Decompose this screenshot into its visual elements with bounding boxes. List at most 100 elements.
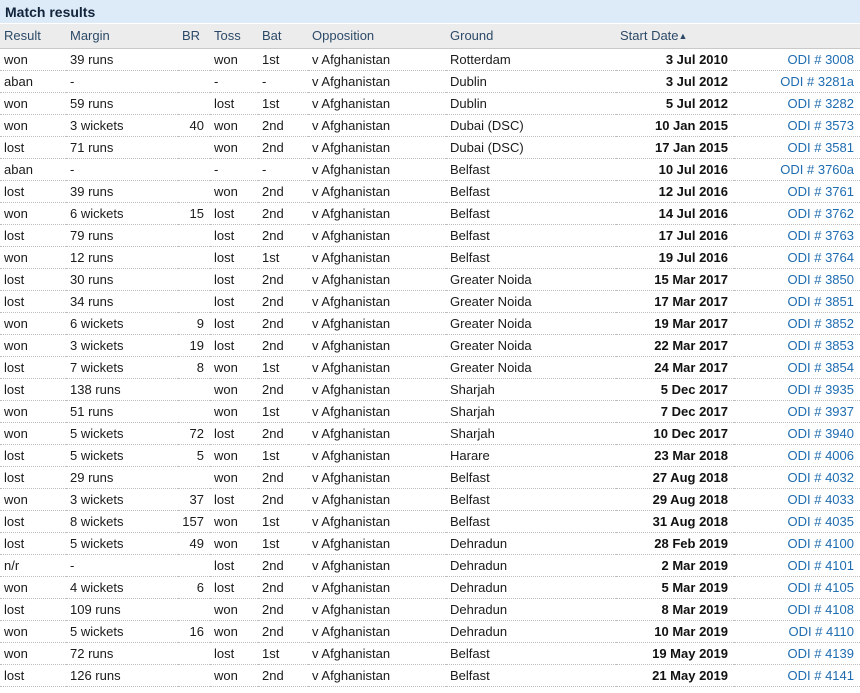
cell-margin: 126 runs <box>66 664 178 687</box>
cell-bat: 2nd <box>258 598 308 621</box>
scorecard-link[interactable]: ODI # 3761 <box>788 184 855 199</box>
cell-toss: won <box>210 180 258 203</box>
table-row: won 3 wickets 40 won 2nd v Afghanistan Dubai (… <box>0 114 860 137</box>
cell-br: 16 <box>178 620 210 643</box>
cell-bat: 2nd <box>258 620 308 643</box>
cell-toss: lost <box>210 422 258 445</box>
scorecard-link[interactable]: ODI # 3573 <box>788 118 855 133</box>
column-header-start-date[interactable]: Start Date▲ <box>616 24 734 49</box>
cell-ground: Sharjah <box>446 400 616 423</box>
column-header-ground[interactable]: Ground <box>446 24 616 49</box>
cell-opposition: v Afghanistan <box>308 246 446 269</box>
cell-scorecard: ODI # 4032 <box>734 466 860 489</box>
table-row: lost 126 runs won 2nd v Afghanistan Belfast 21… <box>0 664 860 687</box>
table-header: Result Margin BR Toss Bat Opposition Gro… <box>0 24 860 49</box>
cell-bat: 1st <box>258 400 308 423</box>
scorecard-link[interactable]: ODI # 3851 <box>788 294 855 309</box>
scorecard-link[interactable]: ODI # 4035 <box>788 514 855 529</box>
cell-margin: 34 runs <box>66 290 178 313</box>
cell-opposition: v Afghanistan <box>308 70 446 93</box>
scorecard-link[interactable]: ODI # 3850 <box>788 272 855 287</box>
cell-br: 5 <box>178 444 210 467</box>
table-body: won 39 runs won 1st v Afghanistan Rotterdam 3 … <box>0 48 860 687</box>
scorecard-link[interactable]: ODI # 4100 <box>788 536 855 551</box>
scorecard-link[interactable]: ODI # 3937 <box>788 404 855 419</box>
cell-start-date: 28 Feb 2019 <box>616 532 734 555</box>
cell-br: 15 <box>178 202 210 225</box>
cell-start-date: 17 Jan 2015 <box>616 136 734 159</box>
cell-scorecard: ODI # 3764 <box>734 246 860 269</box>
cell-result: won <box>0 114 66 137</box>
cell-br <box>178 664 210 687</box>
scorecard-link[interactable]: ODI # 4006 <box>788 448 855 463</box>
scorecard-link[interactable]: ODI # 3008 <box>788 52 855 67</box>
column-header-opposition[interactable]: Opposition <box>308 24 446 49</box>
cell-ground: Sharjah <box>446 422 616 445</box>
cell-opposition: v Afghanistan <box>308 466 446 489</box>
cell-br <box>178 180 210 203</box>
scorecard-link[interactable]: ODI # 4032 <box>788 470 855 485</box>
scorecard-link[interactable]: ODI # 3853 <box>788 338 855 353</box>
scorecard-link[interactable]: ODI # 4033 <box>788 492 855 507</box>
column-header-margin[interactable]: Margin <box>66 24 178 49</box>
cell-result: won <box>0 202 66 225</box>
cell-opposition: v Afghanistan <box>308 378 446 401</box>
scorecard-link[interactable]: ODI # 4141 <box>788 668 855 683</box>
table-row: n/r - lost 2nd v Afghanistan Dehradun 2 Mar 20… <box>0 554 860 577</box>
cell-margin: 72 runs <box>66 642 178 665</box>
scorecard-link[interactable]: ODI # 3763 <box>788 228 855 243</box>
scorecard-link[interactable]: ODI # 4105 <box>788 580 855 595</box>
cell-margin: 138 runs <box>66 378 178 401</box>
cell-toss: won <box>210 466 258 489</box>
column-header-result[interactable]: Result <box>0 24 66 49</box>
cell-toss: won <box>210 510 258 533</box>
cell-scorecard: ODI # 4141 <box>734 664 860 687</box>
column-header-bat[interactable]: Bat <box>258 24 308 49</box>
cell-bat: - <box>258 158 308 181</box>
cell-margin: - <box>66 554 178 577</box>
cell-ground: Dehradun <box>446 620 616 643</box>
table-row: won 39 runs won 1st v Afghanistan Rotterdam 3 … <box>0 48 860 71</box>
scorecard-link[interactable]: ODI # 4108 <box>788 602 855 617</box>
cell-result: aban <box>0 158 66 181</box>
scorecard-link[interactable]: ODI # 3581 <box>788 140 855 155</box>
scorecard-link[interactable]: ODI # 3764 <box>788 250 855 265</box>
scorecard-link[interactable]: ODI # 3854 <box>788 360 855 375</box>
scorecard-link[interactable]: ODI # 3852 <box>788 316 855 331</box>
cell-opposition: v Afghanistan <box>308 532 446 555</box>
table-row: lost 79 runs lost 2nd v Afghanistan Belfast 17… <box>0 224 860 247</box>
scorecard-link[interactable]: ODI # 4139 <box>788 646 855 661</box>
scorecard-link[interactable]: ODI # 3282 <box>788 96 855 111</box>
scorecard-link[interactable]: ODI # 3281a <box>780 74 854 89</box>
cell-start-date: 27 Aug 2018 <box>616 466 734 489</box>
scorecard-link[interactable]: ODI # 3762 <box>788 206 855 221</box>
cell-scorecard: ODI # 4139 <box>734 642 860 665</box>
cell-ground: Greater Noida <box>446 312 616 335</box>
scorecard-link[interactable]: ODI # 3760a <box>780 162 854 177</box>
cell-br <box>178 598 210 621</box>
cell-ground: Belfast <box>446 664 616 687</box>
scorecard-link[interactable]: ODI # 4110 <box>788 624 854 639</box>
cell-start-date: 10 Jan 2015 <box>616 114 734 137</box>
cell-margin: 51 runs <box>66 400 178 423</box>
column-header-toss[interactable]: Toss <box>210 24 258 49</box>
scorecard-link[interactable]: ODI # 3935 <box>788 382 855 397</box>
cell-br <box>178 158 210 181</box>
cell-start-date: 29 Aug 2018 <box>616 488 734 511</box>
cell-br: 40 <box>178 114 210 137</box>
cell-toss: lost <box>210 312 258 335</box>
column-header-br[interactable]: BR <box>178 24 210 49</box>
cell-opposition: v Afghanistan <box>308 268 446 291</box>
cell-ground: Belfast <box>446 642 616 665</box>
scorecard-link[interactable]: ODI # 3940 <box>788 426 855 441</box>
cell-toss: lost <box>210 290 258 313</box>
cell-toss: won <box>210 598 258 621</box>
cell-ground: Dehradun <box>446 598 616 621</box>
cell-bat: 2nd <box>258 312 308 335</box>
cell-ground: Belfast <box>446 466 616 489</box>
table-row: lost 109 runs won 2nd v Afghanistan Dehradun 8… <box>0 598 860 621</box>
scorecard-link[interactable]: ODI # 4101 <box>788 558 855 573</box>
cell-start-date: 17 Mar 2017 <box>616 290 734 313</box>
cell-opposition: v Afghanistan <box>308 202 446 225</box>
cell-opposition: v Afghanistan <box>308 598 446 621</box>
